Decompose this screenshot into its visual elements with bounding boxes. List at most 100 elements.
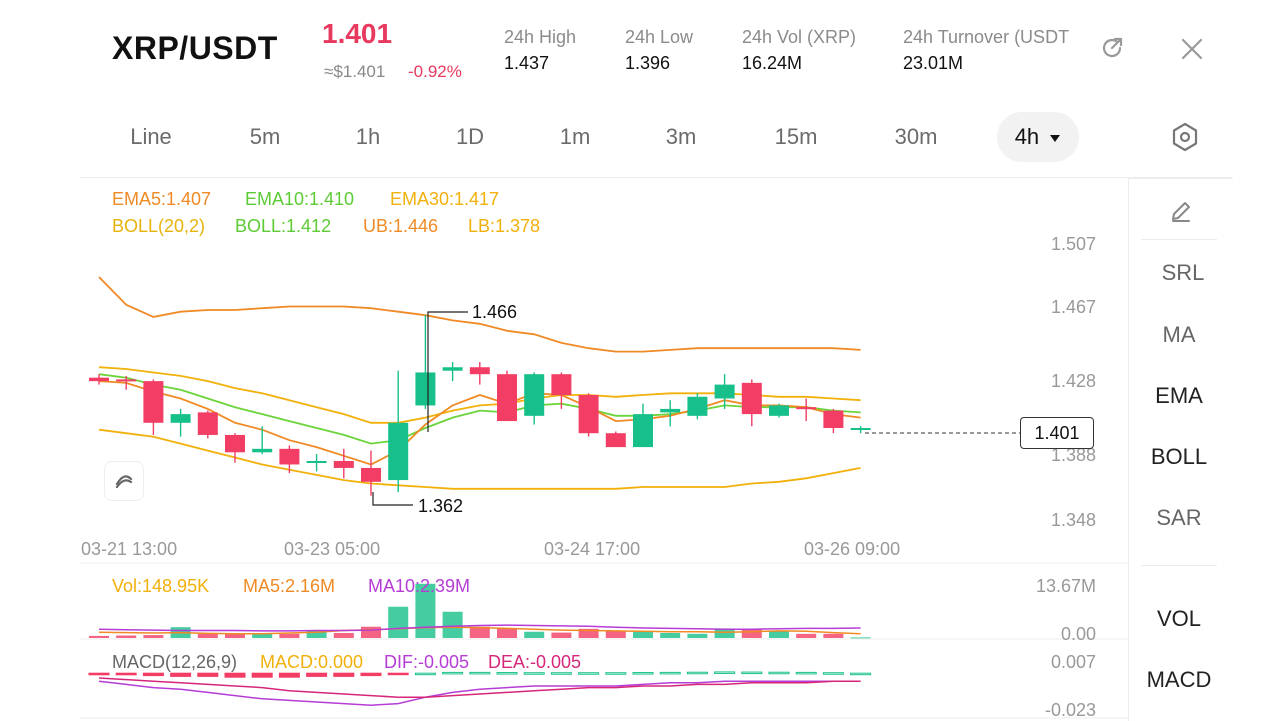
candle-body bbox=[197, 412, 218, 435]
candle-body bbox=[633, 414, 653, 448]
volume-bar bbox=[796, 633, 817, 638]
time-tick: 03-24 17:00 bbox=[544, 539, 641, 559]
boll-lower-band bbox=[98, 428, 861, 490]
settings-hex-icon[interactable] bbox=[1168, 120, 1202, 154]
macd-hist-bar bbox=[795, 671, 817, 675]
volume-bar bbox=[605, 631, 626, 638]
close-icon[interactable] bbox=[1176, 33, 1208, 65]
candle-body bbox=[551, 374, 572, 396]
tool-vol[interactable]: VOL bbox=[1129, 606, 1229, 632]
macd-hist-bar bbox=[197, 672, 219, 677]
volume-bar bbox=[116, 635, 137, 638]
candle-body bbox=[225, 434, 245, 453]
candle-body bbox=[469, 367, 490, 375]
macd-hist-bar bbox=[360, 672, 382, 677]
volume-bar bbox=[823, 633, 844, 638]
drawing-tools-icon[interactable] bbox=[104, 461, 144, 501]
macd-hist-bar bbox=[605, 672, 627, 675]
high-marker-line bbox=[427, 311, 468, 432]
volume-bar bbox=[524, 631, 545, 638]
tool-sar[interactable]: SAR bbox=[1129, 505, 1229, 531]
volume-bar bbox=[89, 635, 109, 638]
dea-value: DEA:-0.005 bbox=[488, 652, 582, 672]
candle-body bbox=[279, 448, 300, 465]
macd-hist-bar bbox=[224, 672, 246, 678]
pencil-icon[interactable] bbox=[1165, 195, 1197, 227]
macd-axis-top: 0.007 bbox=[1050, 652, 1096, 672]
macd-value: MACD:0.000 bbox=[260, 652, 364, 672]
candlestick-chart[interactable] bbox=[0, 0, 1128, 720]
candle-body bbox=[116, 379, 137, 382]
macd-hist-bar bbox=[251, 672, 273, 678]
macd-hist-bar bbox=[142, 672, 164, 677]
candle-body bbox=[524, 374, 545, 416]
volume-bar bbox=[687, 633, 708, 638]
volume-bar bbox=[633, 631, 653, 638]
macd-hist-bar bbox=[578, 672, 600, 675]
vol-ma5-legend: MA5:2.16M bbox=[243, 576, 336, 596]
macd-hist-bar bbox=[306, 672, 328, 677]
macd-hist-bar bbox=[414, 672, 436, 676]
volume-bar bbox=[143, 635, 164, 638]
volume-bar bbox=[769, 631, 789, 638]
vol-axis-top: 13.67M bbox=[1035, 576, 1096, 596]
candle-body bbox=[252, 448, 273, 453]
tool-ema[interactable]: EMA bbox=[1129, 383, 1229, 409]
candle-body bbox=[850, 428, 871, 430]
candle-body bbox=[769, 405, 789, 416]
candle-body bbox=[497, 374, 517, 422]
candle-body bbox=[143, 381, 164, 423]
macd-hist-bar bbox=[632, 672, 654, 675]
volume-bar bbox=[197, 633, 218, 638]
candle-body bbox=[605, 433, 626, 448]
volume-bar bbox=[551, 632, 572, 638]
tool-macd[interactable]: MACD bbox=[1129, 667, 1229, 693]
volume-bar bbox=[497, 628, 517, 638]
volume-bar bbox=[333, 632, 354, 638]
dif-value: DIF:-0.005 bbox=[384, 652, 470, 672]
macd-hist-bar bbox=[686, 671, 708, 675]
divider bbox=[1141, 565, 1217, 566]
candle-body bbox=[89, 377, 109, 382]
macd-hist-bar bbox=[822, 672, 844, 675]
candle-body bbox=[306, 460, 327, 463]
volume-bar bbox=[361, 626, 381, 638]
vol-legend: Vol:148.95K bbox=[112, 576, 210, 596]
candle-body bbox=[687, 396, 708, 416]
indicator-side-panel: SRL MA EMA BOLL SAR VOL MACD bbox=[1128, 178, 1233, 721]
vol-axis-bottom: 0.00 bbox=[1060, 624, 1096, 644]
volume-bar bbox=[442, 611, 463, 638]
time-tick: 03-21 13:00 bbox=[81, 539, 178, 559]
volume-bar bbox=[850, 637, 871, 639]
candle-body bbox=[361, 467, 381, 482]
candle-body bbox=[170, 414, 191, 423]
macd-hist-bar bbox=[768, 671, 790, 675]
volume-bar bbox=[388, 606, 409, 638]
volume-bar bbox=[279, 633, 300, 638]
macd-hist-bar bbox=[850, 672, 872, 676]
macd-hist-bar bbox=[88, 672, 110, 676]
candle-body bbox=[741, 382, 762, 415]
macd-hist-bar bbox=[741, 671, 763, 675]
tool-ma[interactable]: MA bbox=[1129, 322, 1229, 348]
divider bbox=[1141, 239, 1217, 240]
time-tick: 03-26 09:00 bbox=[804, 539, 901, 559]
macd-hist-bar bbox=[333, 672, 355, 677]
tool-boll[interactable]: BOLL bbox=[1129, 444, 1229, 470]
candle-body bbox=[823, 410, 844, 428]
macd-hist-bar bbox=[115, 672, 137, 676]
macd-hist-bar bbox=[170, 672, 192, 677]
candle-body bbox=[660, 408, 681, 413]
macd-hist-bar bbox=[659, 671, 681, 675]
last-price-tag: 1.401 bbox=[1020, 417, 1094, 449]
low-marker-label: 1.362 bbox=[418, 496, 464, 516]
volume-bar bbox=[660, 632, 681, 638]
tool-srl[interactable]: SRL bbox=[1133, 260, 1233, 286]
candle-body bbox=[714, 384, 735, 399]
candle-body bbox=[578, 395, 599, 434]
vol-ma10-legend: MA10:2.39M bbox=[368, 576, 471, 596]
volume-bar bbox=[741, 628, 762, 638]
macd-hist-bar bbox=[387, 672, 409, 676]
high-marker-label: 1.466 bbox=[472, 302, 518, 322]
macd-legend: MACD(12,26,9) bbox=[112, 652, 238, 672]
